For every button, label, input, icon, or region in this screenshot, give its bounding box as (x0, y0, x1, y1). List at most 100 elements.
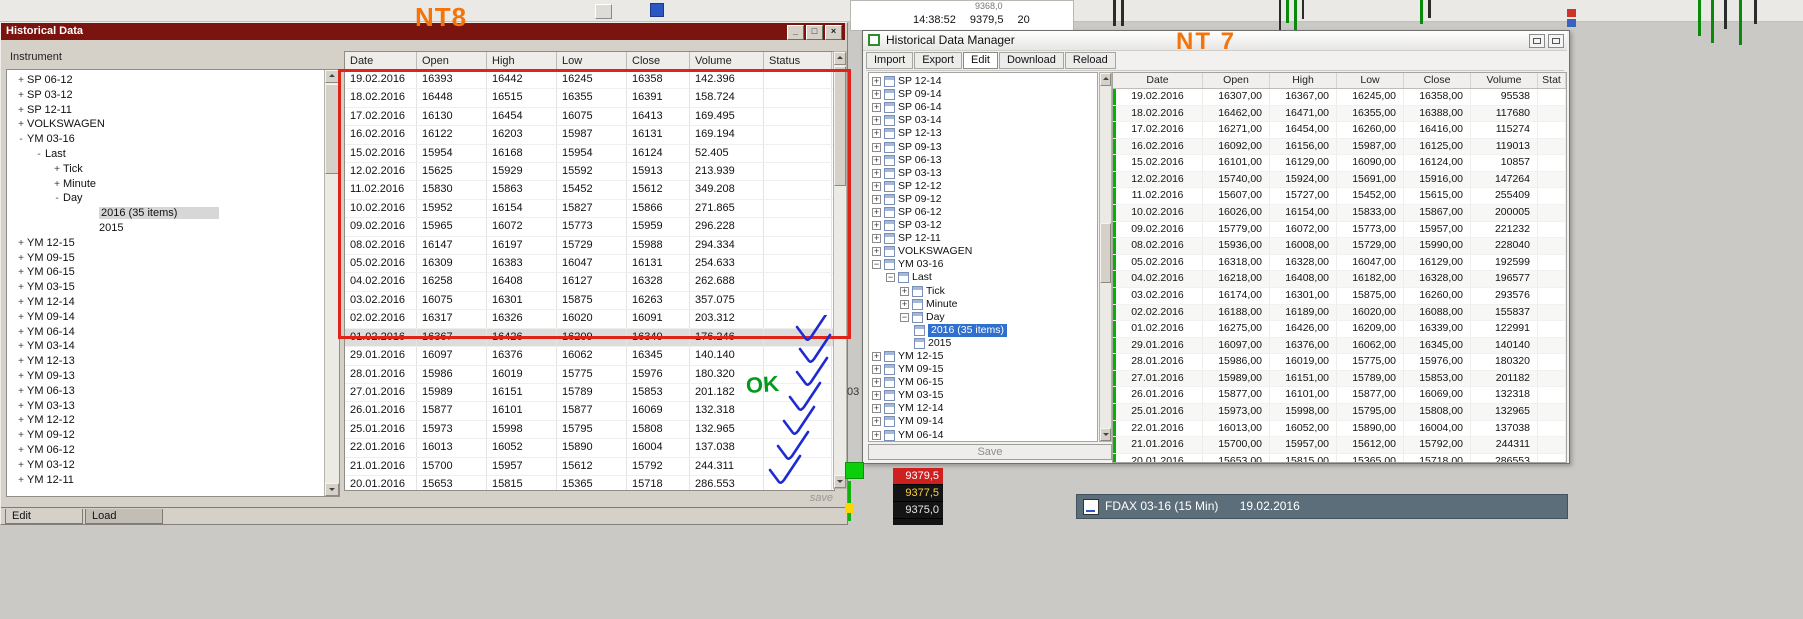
tree-scrollbar[interactable] (324, 70, 339, 496)
minimize-icon[interactable] (1529, 34, 1545, 48)
tree-expand-box[interactable]: + (872, 103, 881, 113)
nt8-tree-item[interactable]: + YM 03-13 (7, 399, 325, 414)
tree-expand-box[interactable]: + (872, 194, 881, 204)
table-row[interactable]: 25.01.2016 15973,00 15998,00 15795,00 15808,… (1113, 403, 1566, 421)
nt7-tree-item[interactable]: − Day (869, 311, 1097, 324)
nt8-tree-item[interactable]: + YM 06-14 (7, 325, 325, 340)
scroll-up-icon[interactable] (325, 70, 339, 83)
tree-expand-glyph[interactable]: + (15, 281, 27, 296)
table-row[interactable]: 09.02.2016 15779,00 16072,00 15773,00 15957,… (1113, 221, 1566, 239)
tree-expand-box[interactable]: + (872, 90, 881, 100)
fdax-chart-title-bar[interactable]: FDAX 03-16 (15 Min) 19.02.2016 (1076, 494, 1568, 519)
toolbar-button-import[interactable]: Import (866, 52, 914, 69)
nt7-tree-item[interactable]: + YM 12-14 (869, 402, 1097, 415)
table-row[interactable]: 26.01.2016 15877,00 16101,00 15877,00 16069,… (1113, 387, 1566, 404)
nt8-tree-item[interactable]: + YM 12-12 (7, 413, 325, 428)
nt8-tree-item[interactable]: - YM 03-16 (7, 132, 325, 147)
nt8-tree-item[interactable]: + YM 03-14 (7, 339, 325, 354)
nt8-tree-item[interactable]: + VOLKSWAGEN (7, 117, 325, 132)
tree-expand-glyph[interactable]: + (15, 118, 27, 133)
nt8-tree-item[interactable]: + YM 09-14 (7, 310, 325, 325)
tree-expand-glyph[interactable]: + (15, 400, 27, 415)
tab-load[interactable]: Load (85, 509, 163, 524)
tree-expand-box[interactable]: + (872, 221, 881, 231)
column-header-low[interactable]: Low (557, 52, 627, 70)
nt7-tree-item[interactable]: + SP 09-13 (869, 140, 1097, 153)
nt7-tree-item[interactable]: + VOLKSWAGEN (869, 245, 1097, 258)
nt8-tree-item[interactable]: + YM 09-12 (7, 428, 325, 443)
tree-expand-box[interactable]: + (872, 430, 881, 440)
tree-expand-box[interactable]: + (872, 352, 881, 362)
table-row[interactable]: 19.02.2016 16307,00 16367,00 16245,00 16358,… (1113, 89, 1566, 106)
tree-expand-box[interactable]: + (872, 391, 881, 401)
nt8-tree-item[interactable]: + YM 06-15 (7, 265, 325, 280)
tree-expand-box[interactable]: + (872, 129, 881, 139)
nt7-tree-item[interactable]: + YM 06-14 (869, 429, 1097, 441)
tree-expand-glyph[interactable]: + (15, 340, 27, 355)
column-header-volume[interactable]: Volume (690, 52, 764, 70)
table-row[interactable]: 12.02.2016 15740,00 15924,00 15691,00 15916,… (1113, 171, 1566, 189)
nt8-tree-item[interactable]: + YM 12-14 (7, 295, 325, 310)
nt7-tree-item[interactable]: + SP 06-12 (869, 206, 1097, 219)
maximize-icon[interactable]: □ (806, 25, 823, 40)
tree-expand-glyph[interactable]: + (15, 296, 27, 311)
tree-expand-box[interactable]: + (872, 417, 881, 427)
table-row[interactable]: 22.01.2016 16013,00 16052,00 15890,00 16004,… (1113, 420, 1566, 438)
tree-expand-glyph[interactable]: + (15, 370, 27, 385)
tree-expand-glyph[interactable]: + (15, 444, 27, 459)
tree-expand-box[interactable]: + (872, 365, 881, 375)
nt8-tree-item[interactable]: + YM 03-12 (7, 458, 325, 473)
table-row[interactable]: 21.01.2016 15700,00 15957,00 15612,00 15792,… (1113, 437, 1566, 454)
nt8-tree-item[interactable]: + SP 03-12 (7, 88, 325, 103)
table-row[interactable]: 27.01.2016 15989,00 16151,00 15789,00 15853,… (1113, 370, 1566, 388)
nt8-tree-item[interactable]: - Day (7, 191, 325, 206)
nt7-tree-item[interactable]: + SP 09-12 (869, 193, 1097, 206)
tree-expand-box[interactable]: + (872, 77, 881, 87)
column-header-close[interactable]: Close (1404, 73, 1471, 88)
nt8-tree-item[interactable]: + Tick (7, 162, 325, 177)
tree-expand-glyph[interactable]: + (51, 178, 63, 193)
table-row[interactable]: 01.02.2016 16275,00 16426,00 16209,00 16339,… (1113, 321, 1566, 338)
nt8-tree-item[interactable]: + YM 12-11 (7, 473, 325, 488)
tree-expand-glyph[interactable]: + (15, 414, 27, 429)
tree-expand-glyph[interactable]: + (15, 266, 27, 281)
tree-expand-glyph[interactable]: + (15, 104, 27, 119)
tree-expand-box[interactable]: − (872, 260, 881, 270)
nt8-tree-item[interactable]: + YM 09-15 (7, 251, 325, 266)
column-header-close[interactable]: Close (627, 52, 690, 70)
nt7-instrument-tree[interactable]: + SP 12-14 + SP 09-14 + SP 06-14 + SP 03-14 + SP … (868, 72, 1098, 442)
nt7-tree-item[interactable]: + SP 03-13 (869, 167, 1097, 180)
nt8-tree-item[interactable]: + YM 06-12 (7, 443, 325, 458)
column-header-volume[interactable]: Volume (1471, 73, 1538, 88)
nt8-tree-item[interactable]: + YM 06-13 (7, 384, 325, 399)
tree-expand-glyph[interactable]: + (15, 474, 27, 489)
table-row[interactable]: 17.02.2016 16271,00 16454,00 16260,00 16416,… (1113, 122, 1566, 139)
tree-expand-box[interactable]: − (886, 273, 895, 283)
column-header-high[interactable]: High (1270, 73, 1337, 88)
tree-expand-glyph[interactable]: + (15, 252, 27, 267)
nt8-tree-item[interactable]: 2016 (35 items) (7, 206, 325, 221)
scroll-up-icon[interactable] (834, 52, 846, 65)
nt7-tree-item[interactable]: + SP 12-11 (869, 232, 1097, 245)
taskbar-button[interactable] (595, 4, 612, 19)
scrollbar-thumb[interactable] (325, 84, 339, 174)
tree-expand-glyph[interactable]: + (15, 237, 27, 252)
table-row[interactable]: 16.02.2016 16092,00 16156,00 15987,00 16125,… (1113, 138, 1566, 156)
scrollbar-thumb[interactable] (1100, 223, 1111, 283)
toolbar-button-reload[interactable]: Reload (1064, 52, 1116, 69)
tree-expand-box[interactable]: − (900, 312, 909, 322)
table-row[interactable]: 08.02.2016 15936,00 16008,00 15729,00 15990,… (1113, 238, 1566, 255)
toolbar-button-download[interactable]: Download (998, 52, 1064, 69)
nt7-tree-item[interactable]: 2015 (869, 337, 1097, 350)
nt7-tree-item[interactable]: + YM 06-15 (869, 376, 1097, 389)
table-row[interactable]: 03.02.2016 16174,00 16301,00 15875,00 16260,… (1113, 287, 1566, 305)
column-header-date[interactable]: Date (1113, 73, 1203, 88)
column-header-date[interactable]: Date (345, 52, 417, 70)
tree-scrollbar[interactable] (1099, 72, 1112, 442)
column-header-stat[interactable]: Stat (1538, 73, 1566, 88)
tree-expand-box[interactable]: + (872, 116, 881, 126)
tree-expand-glyph[interactable]: + (15, 459, 27, 474)
nt8-tree-item[interactable]: - Last (7, 147, 325, 162)
table-row[interactable]: 04.02.2016 16218,00 16408,00 16182,00 16328,… (1113, 271, 1566, 288)
nt7-tree-item[interactable]: + YM 09-15 (869, 363, 1097, 376)
